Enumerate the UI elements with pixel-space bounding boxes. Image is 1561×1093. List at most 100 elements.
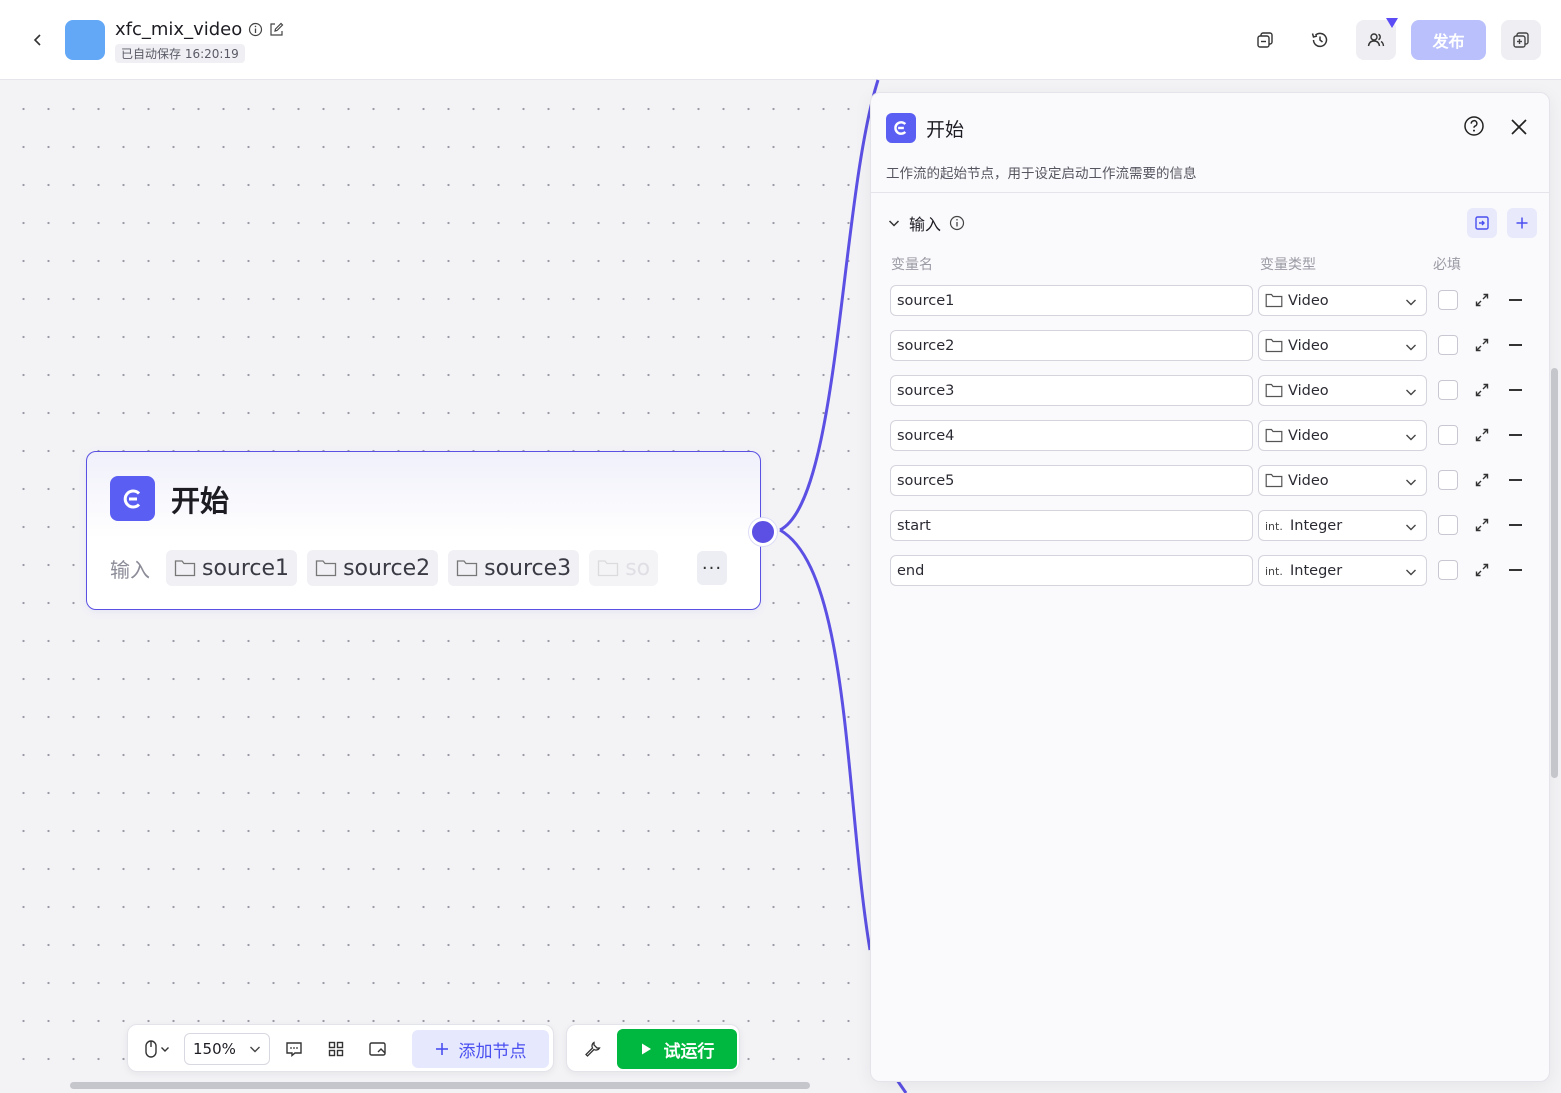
chevron-down-icon	[888, 220, 900, 227]
required-checkbox[interactable]	[1438, 560, 1458, 580]
test-run-button[interactable]: 试运行	[617, 1029, 737, 1069]
folder-icon	[1265, 293, 1283, 308]
variable-name-input[interactable]: source2	[890, 330, 1253, 361]
folder-icon	[174, 560, 196, 577]
more-inputs-button[interactable]: ···	[697, 551, 727, 585]
required-checkbox[interactable]	[1438, 290, 1458, 310]
zoom-value: 150%	[193, 1040, 236, 1058]
variable-name-input[interactable]: source5	[890, 465, 1253, 496]
chevron-down-icon	[1406, 389, 1416, 396]
required-checkbox[interactable]	[1438, 515, 1458, 535]
expand-icon[interactable]	[1474, 472, 1490, 488]
variable-name-value: source1	[897, 292, 955, 309]
variable-name-input[interactable]: end	[890, 555, 1253, 586]
input-section-header[interactable]: 输入	[887, 211, 965, 235]
variable-name-value: start	[897, 517, 931, 534]
close-icon[interactable]	[1508, 116, 1530, 138]
variable-name-value: source2	[897, 337, 955, 354]
expand-icon[interactable]	[1474, 517, 1490, 533]
debug-tool-button[interactable]	[577, 1033, 607, 1065]
import-icon	[1475, 216, 1489, 230]
svg-text:int.: int.	[1265, 520, 1283, 533]
input-chip-label: source1	[202, 555, 290, 581]
minimap-icon	[369, 1042, 386, 1056]
variable-type-select[interactable]: Video	[1258, 330, 1427, 361]
start-icon	[894, 121, 907, 135]
variable-row: end int. Integer	[871, 555, 1549, 587]
variable-type-value: Video	[1288, 337, 1329, 354]
int-icon: int.	[1265, 520, 1283, 533]
folder-icon	[1265, 338, 1283, 353]
canvas-toolbar: 150% 添加节点	[127, 1024, 554, 1072]
remove-variable-button[interactable]	[1509, 299, 1522, 301]
required-checkbox[interactable]	[1438, 335, 1458, 355]
variable-type-value: Video	[1288, 292, 1329, 309]
plus-icon	[435, 1043, 448, 1055]
variable-row: source3 Video	[871, 375, 1549, 407]
start-node[interactable]: 开始 输入 source1 source2 source3 so ···	[86, 451, 761, 610]
chevron-down-icon	[1406, 479, 1416, 486]
variable-name-input[interactable]: source4	[890, 420, 1253, 451]
help-icon[interactable]	[1463, 115, 1485, 137]
svg-text:int.: int.	[1265, 565, 1283, 578]
variable-type-select[interactable]: Video	[1258, 420, 1427, 451]
add-node-button[interactable]: 添加节点	[412, 1030, 549, 1068]
remove-variable-button[interactable]	[1509, 479, 1522, 481]
column-header-type: 变量类型	[1260, 257, 1316, 273]
variable-type-select[interactable]: Video	[1258, 465, 1427, 496]
chevron-down-icon	[250, 1046, 260, 1053]
import-variables-button[interactable]	[1467, 208, 1497, 238]
expand-icon[interactable]	[1474, 382, 1490, 398]
input-chip-label: so	[625, 555, 651, 581]
interaction-mode-button[interactable]	[138, 1033, 176, 1065]
wrench-icon	[585, 1041, 601, 1057]
expand-icon[interactable]	[1474, 292, 1490, 308]
remove-variable-button[interactable]	[1509, 434, 1522, 436]
variable-type-select[interactable]: Video	[1258, 375, 1427, 406]
comment-button[interactable]	[278, 1033, 310, 1065]
variable-row: source5 Video	[871, 465, 1549, 497]
variable-name-value: end	[897, 562, 925, 579]
variable-name-input[interactable]: source1	[890, 285, 1253, 316]
horizontal-scrollbar[interactable]	[70, 1082, 810, 1089]
required-checkbox[interactable]	[1438, 380, 1458, 400]
variable-name-input[interactable]: start	[890, 510, 1253, 541]
variable-type-value: Integer	[1290, 562, 1343, 579]
output-port[interactable]	[749, 518, 777, 546]
remove-variable-button[interactable]	[1509, 389, 1522, 391]
expand-icon[interactable]	[1474, 562, 1490, 578]
expand-icon[interactable]	[1474, 427, 1490, 443]
folder-icon	[1265, 383, 1283, 398]
column-header-required: 必填	[1433, 257, 1461, 273]
add-variable-button[interactable]	[1507, 208, 1537, 238]
variable-type-value: Video	[1288, 382, 1329, 399]
folder-icon	[1265, 473, 1283, 488]
variable-type-select[interactable]: int. Integer	[1258, 510, 1427, 541]
grid-layout-icon	[328, 1041, 344, 1057]
variable-row: source2 Video	[871, 330, 1549, 362]
int-icon: int.	[1265, 565, 1283, 578]
comment-icon	[286, 1042, 302, 1057]
input-chip: so	[589, 550, 659, 586]
zoom-select[interactable]: 150%	[184, 1033, 270, 1065]
vertical-scrollbar[interactable]	[1551, 368, 1558, 778]
variable-name-input[interactable]: source3	[890, 375, 1253, 406]
plus-icon	[1516, 217, 1528, 229]
remove-variable-button[interactable]	[1509, 524, 1522, 526]
remove-variable-button[interactable]	[1509, 569, 1522, 571]
required-checkbox[interactable]	[1438, 470, 1458, 490]
chevron-down-icon	[1406, 344, 1416, 351]
remove-variable-button[interactable]	[1509, 344, 1522, 346]
required-checkbox[interactable]	[1438, 425, 1458, 445]
minimap-button[interactable]	[362, 1033, 394, 1065]
edge-to-lower-node	[779, 528, 872, 951]
add-node-label: 添加节点	[458, 1041, 527, 1062]
expand-icon[interactable]	[1474, 337, 1490, 353]
variable-type-select[interactable]: Video	[1258, 285, 1427, 316]
input-chip: source2	[307, 550, 439, 586]
chevron-down-icon	[1406, 299, 1416, 306]
variable-type-select[interactable]: int. Integer	[1258, 555, 1427, 586]
input-chip-label: source3	[484, 555, 572, 581]
layout-button[interactable]	[320, 1033, 352, 1065]
input-chip: source1	[166, 550, 298, 586]
